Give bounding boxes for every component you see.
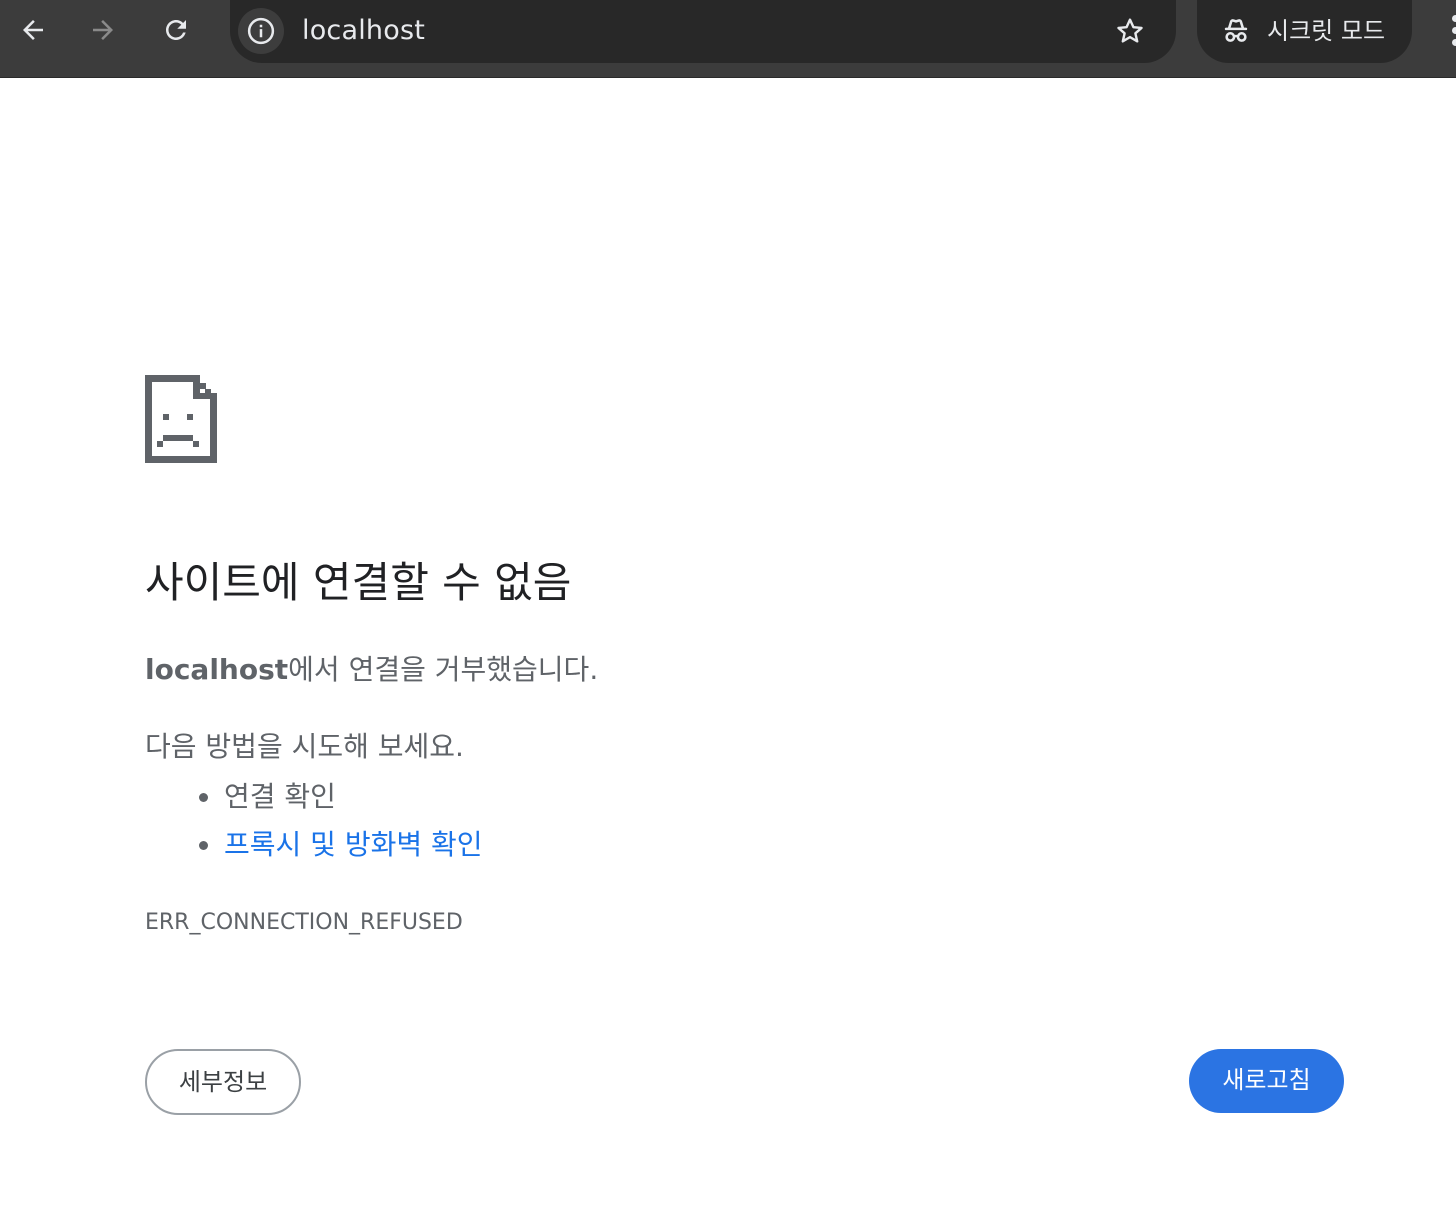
incognito-indicator[interactable]: 시크릿 모드 xyxy=(1197,0,1412,63)
forward-button[interactable] xyxy=(83,10,123,50)
error-description: localhost에서 연결을 거부했습니다. xyxy=(145,650,598,690)
error-title: 사이트에 연결할 수 없음 xyxy=(145,558,572,607)
star-icon xyxy=(1117,18,1143,43)
suggestions-heading: 다음 방법을 시도해 보세요. xyxy=(145,730,464,763)
reload-icon xyxy=(166,20,186,40)
back-arrow-icon xyxy=(23,20,43,40)
url-text[interactable]: localhost xyxy=(302,14,425,48)
browser-toolbar: localhost 시크릿 모드 xyxy=(0,0,1456,78)
sad-document-icon xyxy=(145,375,217,463)
address-bar[interactable]: localhost xyxy=(230,0,1176,63)
error-code: ERR_CONNECTION_REFUSED xyxy=(145,910,463,935)
error-message: 에서 연결을 거부했습니다. xyxy=(288,653,599,686)
incognito-label: 시크릿 모드 xyxy=(1267,17,1386,45)
suggestion-check-proxy-firewall-link[interactable]: 프록시 및 방화벽 확인 xyxy=(145,823,483,871)
error-host: localhost xyxy=(145,653,289,686)
incognito-icon xyxy=(1224,19,1248,42)
suggestion-check-connection: 연결 확인 xyxy=(145,775,483,823)
suggestions-list: 연결 확인 프록시 및 방화벽 확인 xyxy=(145,775,483,871)
details-button[interactable]: 세부정보 xyxy=(145,1049,301,1115)
reload-page-button[interactable] xyxy=(156,10,196,50)
more-vert-icon[interactable] xyxy=(1444,14,1456,48)
bookmark-button[interactable] xyxy=(1112,13,1148,49)
info-icon xyxy=(247,17,275,45)
site-info-button[interactable] xyxy=(238,8,284,54)
forward-arrow-icon xyxy=(93,20,113,40)
back-button[interactable] xyxy=(13,10,53,50)
reload-button[interactable]: 새로고침 xyxy=(1189,1049,1344,1113)
